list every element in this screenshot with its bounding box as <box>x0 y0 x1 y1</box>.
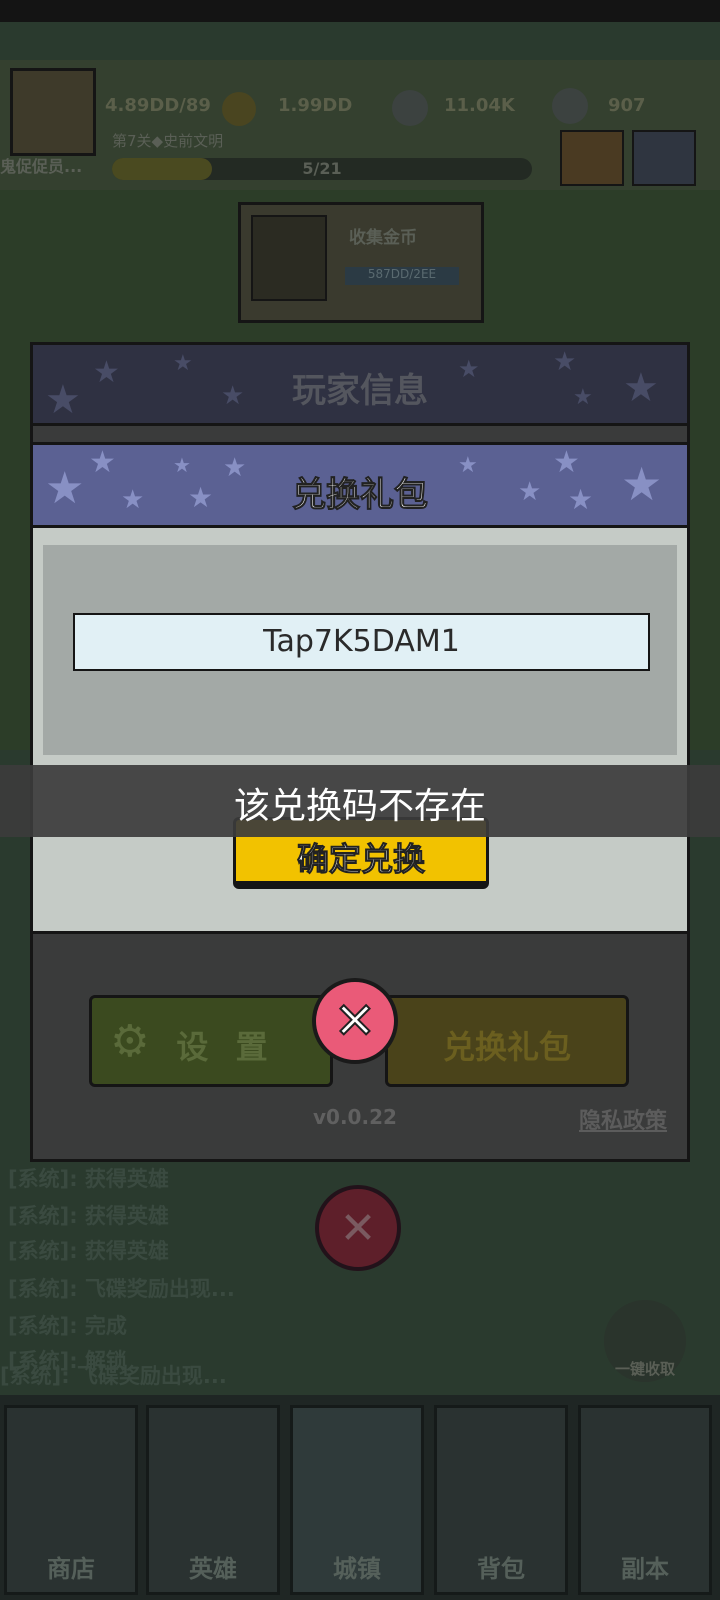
nav-town[interactable]: 城镇 <box>290 1405 424 1595</box>
log-line: [系统]: 飞碟奖励出现... <box>0 1364 227 1388</box>
nav-heroes-label: 英雄 <box>189 1555 237 1583</box>
log-line: [系统]: 获得英雄 <box>8 1239 169 1263</box>
log-line: [系统]: 获得英雄 <box>8 1204 169 1228</box>
nav-bag-label: 背包 <box>477 1555 525 1583</box>
log-line: [系统]: 完成 <box>8 1314 127 1338</box>
ranking-icon[interactable] <box>632 130 696 186</box>
mission-card[interactable]: 收集金币 587DD/2EE <box>238 202 484 323</box>
avatar[interactable] <box>10 68 96 156</box>
error-toast: 该兑换码不存在 <box>0 765 720 837</box>
redeem-dialog: ★ ★ ★ ★ ★ ★ ★ ★ ★ ★ ★ 兑换礼包 Tap7K5DAM1 确定… <box>30 442 690 934</box>
gold-pile-icon <box>251 215 327 301</box>
nav-dungeon-label: 副本 <box>621 1555 669 1583</box>
background-close-icon: ✕ <box>315 1185 401 1271</box>
redeem-gift-label: 兑换礼包 <box>442 1028 571 1066</box>
energy-icon <box>552 88 588 124</box>
stage-progress-bar: 5/21 <box>112 158 532 180</box>
player-info-title: 玩家信息 <box>292 371 428 411</box>
nav-dungeon[interactable]: 副本 <box>578 1405 712 1595</box>
close-icon: ✕ <box>333 991 377 1051</box>
exp-value: 4.89DD/89 <box>105 95 211 116</box>
chest-icon[interactable] <box>560 130 624 186</box>
player-info-header: ★ ★ ★ ★ ★ ★ ★ ★ 玩家信息 <box>33 345 687 426</box>
confirm-redeem-label: 确定兑换 <box>296 840 425 879</box>
nav-bag[interactable]: 背包 <box>434 1405 568 1595</box>
bottom-navigation: 商店 英雄 城镇 背包 副本 <box>0 1395 720 1600</box>
gem-icon <box>392 90 428 126</box>
log-line: [系统]: 飞碟奖励出现... <box>8 1277 235 1301</box>
version-label: v0.0.22 <box>313 1105 397 1129</box>
settings-label: 设 置 <box>176 1028 276 1066</box>
nav-town-label: 城镇 <box>333 1555 381 1583</box>
gems-value: 11.04K <box>444 95 515 116</box>
mission-progress: 587DD/2EE <box>345 267 459 285</box>
redeem-dialog-header: ★ ★ ★ ★ ★ ★ ★ ★ ★ ★ ★ 兑换礼包 <box>33 445 687 528</box>
collect-all-button[interactable]: 一键收取 <box>604 1300 686 1382</box>
crown-icon <box>222 92 256 126</box>
stage-label: 第7关◆史前文明 <box>112 132 224 150</box>
settings-button[interactable]: ⚙ 设 置 <box>89 995 333 1087</box>
nav-heroes[interactable]: 英雄 <box>146 1405 280 1595</box>
status-bar <box>0 0 720 22</box>
mission-title: 收集金币 <box>349 228 417 248</box>
player-name: 鬼促促员... <box>0 157 83 176</box>
top-resource-bar: 鬼促促员... 4.89DD/89 1.99DD 11.04K 907 第7关◆… <box>0 60 720 190</box>
close-dialog-button[interactable]: ✕ <box>312 978 398 1064</box>
energy-value: 907 <box>608 95 646 116</box>
redeem-gift-button[interactable]: 兑换礼包 <box>385 995 629 1087</box>
log-line: [系统]: 获得英雄 <box>8 1167 169 1191</box>
nav-shop[interactable]: 商店 <box>4 1405 138 1595</box>
redeem-code-input[interactable]: Tap7K5DAM1 <box>73 613 650 671</box>
privacy-policy-link[interactable]: 隐私政策 <box>579 1103 667 1135</box>
gold-value: 1.99DD <box>278 95 353 116</box>
redeem-dialog-title: 兑换礼包 <box>292 475 429 516</box>
nav-shop-label: 商店 <box>47 1555 95 1583</box>
system-log: [系统]: 获得英雄 [系统]: 获得英雄 [系统]: 获得英雄 [系统]: 飞… <box>0 1125 480 1385</box>
collect-all-label: 一键收取 <box>614 1360 675 1378</box>
stage-progress-text: 5/21 <box>302 159 342 178</box>
error-toast-message: 该兑换码不存在 <box>233 786 486 827</box>
